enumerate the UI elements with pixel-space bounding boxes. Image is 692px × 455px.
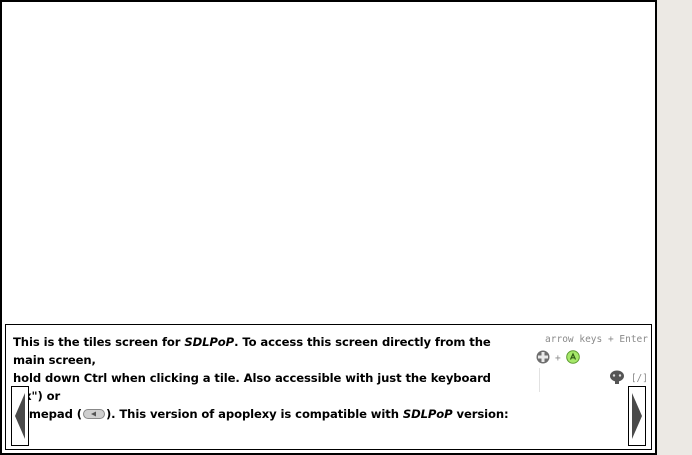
gamepad-hint: + [536,349,580,368]
plus-sign: + [555,352,561,364]
previous-arrow-icon [12,387,28,445]
previous-button[interactable] [11,386,29,446]
keyboard-hint: arrow keys + Enter [545,334,648,345]
a-button-icon [565,349,580,368]
info-line-3: gamepad (). This version of apoplexy is … [13,405,513,424]
controls-hint: arrow keys + Enter + [/] [536,332,648,392]
info-panel: This is the tiles screen for SDLPoP. To … [5,324,652,450]
info-text-segment: version: [452,407,509,421]
gamepad-small-icon [609,369,625,388]
divider [539,368,540,392]
dpad-icon [536,349,550,368]
app-name: SDLPoP [402,407,453,421]
info-line-1: This is the tiles screen for SDLPoP. To … [13,333,513,369]
info-line-2: hold down Ctrl when clicking a tile. Als… [13,371,491,403]
next-arrow-icon [629,387,645,445]
slash-key-hint: [/] [630,373,648,384]
gamepad-shoulder-button-icon [82,406,105,424]
info-text-segment: ). This version of apoplexy is compatibl… [105,407,403,421]
info-text: This is the tiles screen for SDLPoP. To … [13,333,513,424]
tiles-screen-window: This is the tiles screen for SDLPoP. To … [0,0,657,455]
info-text-segment: This is the tiles screen for [13,335,185,349]
app-name: SDLPoP [184,335,235,349]
next-button[interactable] [628,386,646,446]
